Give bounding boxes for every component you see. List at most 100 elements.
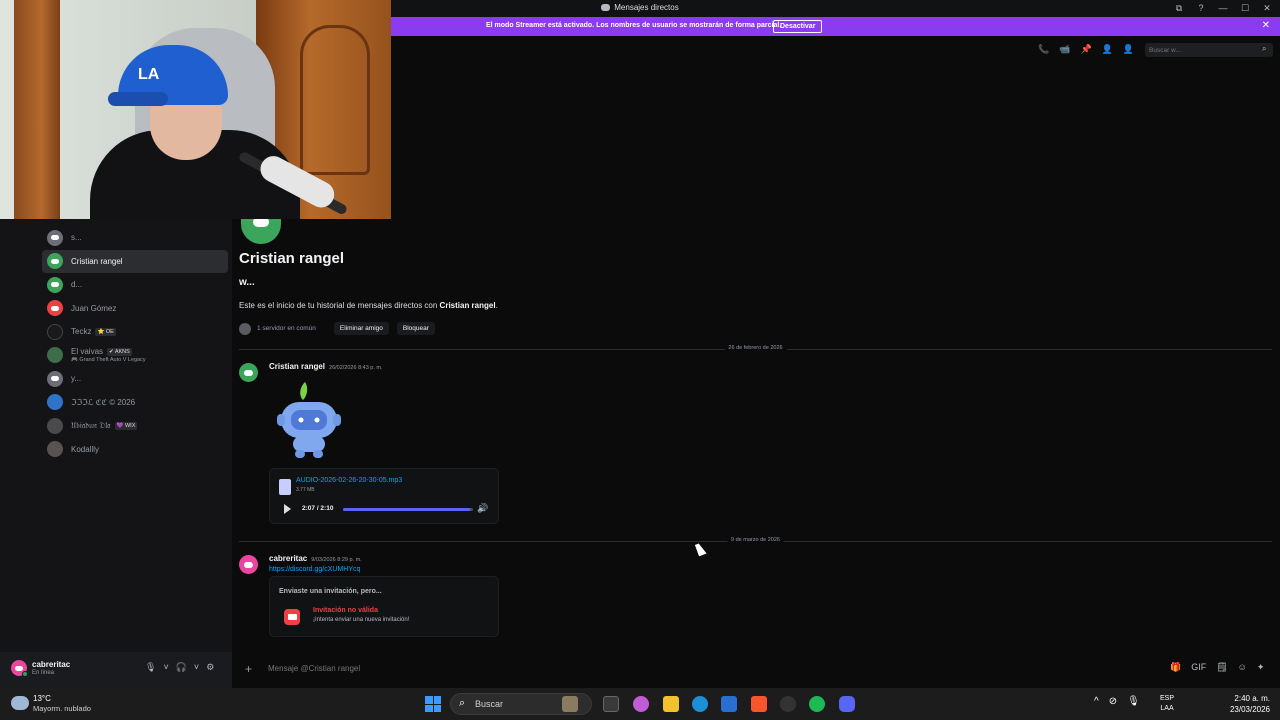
tray-microphone-icon[interactable]: 🎙: [1127, 696, 1140, 707]
popout-icon[interactable]: ⧉: [1174, 3, 1184, 14]
emoji-icon[interactable]: ☺: [1238, 662, 1247, 673]
add-attachment-icon[interactable]: +: [245, 662, 252, 676]
message-timestamp: 9/03/2026 8:29 p. m.: [311, 557, 362, 563]
avatar: [47, 276, 63, 293]
dm-name: s...: [71, 233, 82, 243]
dm-item-active[interactable]: Cristian rangel: [42, 249, 228, 273]
brave-icon[interactable]: [751, 696, 767, 712]
weather-temperature[interactable]: 13°C: [33, 694, 51, 703]
copilot-icon[interactable]: [633, 696, 649, 712]
mutual-servers[interactable]: 1 servidor en común: [257, 325, 316, 332]
dm-name: Juan Gómez: [71, 303, 117, 313]
activity-status: 🎮 Grand Theft Auto V Legacy: [71, 357, 146, 364]
tray-overflow-icon[interactable]: ^: [1094, 696, 1099, 707]
clan-tag: ⭐ OE: [95, 328, 116, 337]
weather-description[interactable]: Mayorm. nublado: [33, 704, 91, 713]
message-header: cabreritac 9/03/2026 8:29 p. m.: [269, 554, 362, 563]
dm-item[interactable]: y...: [42, 367, 228, 391]
deactivate-streamer-button[interactable]: Desactivar: [773, 20, 823, 33]
date-label: 26 de febrero de 2026: [724, 345, 787, 351]
file-size: 3.77 MB: [296, 487, 315, 493]
avatar: [47, 229, 63, 246]
start-button[interactable]: [425, 696, 441, 712]
dm-name: 𝔘𝔟𝔦𝔞𝔡𝔲𝔫 𝔇𝔩𝔞 💜 WIX: [71, 420, 138, 430]
dm-item[interactable]: El vaivas ✔ AKNS 🎮 Grand Theft Auto V Lega…: [42, 344, 228, 368]
user-status: En línea: [32, 670, 55, 676]
cap-logo-icon: LA: [138, 66, 160, 83]
invite-heading: Enviaste una invitación, pero...: [279, 588, 382, 595]
playback-slider[interactable]: [343, 508, 473, 511]
intro-username: Cristian rangel: [239, 250, 345, 267]
dm-item[interactable]: ℑℑℑℒ ℭℭ © 2026: [42, 391, 228, 415]
avatar[interactable]: [239, 363, 258, 382]
dm-item[interactable]: Teckz ⭐ OE: [42, 320, 228, 344]
invite-title: Invitación no válida: [313, 607, 378, 614]
clock[interactable]: 2:40 a. m. 23/03/2026: [1226, 693, 1270, 715]
task-view-icon[interactable]: [603, 696, 619, 712]
user-profile-icon[interactable]: 👤: [1123, 44, 1134, 55]
dm-item[interactable]: d...: [42, 273, 228, 297]
avatar: [47, 253, 63, 270]
intro-description: Este es el inicio de tu historial de men…: [239, 301, 498, 310]
discord-taskbar-icon[interactable]: [839, 696, 855, 712]
spotify-icon[interactable]: [809, 696, 825, 712]
clan-tag: ✔ AKNS: [107, 348, 132, 357]
language-indicator[interactable]: ESP LAA: [1160, 694, 1174, 714]
search-input[interactable]: [1145, 43, 1273, 57]
dm-item[interactable]: Juan Gómez: [42, 297, 228, 321]
chevron-down-icon[interactable]: ˅: [163, 662, 168, 673]
message-input[interactable]: [268, 660, 1128, 676]
app-icon[interactable]: [780, 696, 796, 712]
block-button[interactable]: Bloquear: [396, 322, 435, 335]
window-controls: ⧉ ? — ☐ ✕: [1174, 3, 1272, 14]
minimize-button[interactable]: —: [1218, 3, 1228, 14]
weather-icon[interactable]: [11, 696, 29, 710]
message-author[interactable]: cabreritac: [269, 554, 307, 563]
intro-handle: w...: [239, 277, 255, 288]
store-icon[interactable]: [721, 696, 737, 712]
settings-gear-icon[interactable]: ⚙: [206, 662, 214, 673]
play-icon[interactable]: [284, 504, 291, 514]
avatar[interactable]: [239, 555, 258, 574]
dm-name: Cristian rangel: [71, 256, 123, 266]
close-banner-icon[interactable]: ✕: [1262, 20, 1270, 31]
audio-attachment: AUDIO-2026-02-26-20-30-05.mp3 3.77 MB 2:…: [269, 468, 499, 524]
tray-app-icon[interactable]: ⊘: [1109, 696, 1117, 707]
edge-icon[interactable]: [692, 696, 708, 712]
dm-item[interactable]: s...: [42, 226, 228, 250]
dm-item[interactable]: Kodallly: [42, 438, 228, 462]
sticker-icon[interactable]: 🗒: [1216, 662, 1227, 673]
avatar: [47, 347, 63, 364]
add-friends-icon[interactable]: 👤: [1102, 44, 1113, 55]
file-explorer-icon[interactable]: [663, 696, 679, 712]
chevron-down-icon[interactable]: ˅: [194, 662, 199, 673]
voice-call-icon[interactable]: 📞: [1038, 44, 1049, 55]
file-name-link[interactable]: AUDIO-2026-02-26-20-30-05.mp3: [296, 477, 402, 484]
headphones-icon[interactable]: 🎧: [176, 662, 187, 673]
message-header: Cristian rangel 26/02/2026 8:43 p. m.: [269, 362, 383, 371]
dm-item[interactable]: 𝔘𝔟𝔦𝔞𝔡𝔲𝔫 𝔇𝔩𝔞 💜 WIX: [42, 414, 228, 438]
avatar: [47, 300, 63, 317]
avatar: [47, 323, 63, 340]
avatar: [47, 441, 63, 458]
dm-name: y...: [71, 374, 82, 384]
apps-icon[interactable]: ✦: [1257, 662, 1265, 673]
help-icon[interactable]: ?: [1196, 3, 1206, 14]
maximize-button[interactable]: ☐: [1240, 3, 1250, 14]
close-button[interactable]: ✕: [1262, 3, 1272, 14]
video-call-icon[interactable]: 📹: [1059, 44, 1070, 55]
message-composer: + 🎁 GIF 🗒 ☺ ✦: [232, 652, 1280, 688]
invite-link[interactable]: https://discord.gg/cXUMHYcq: [269, 566, 360, 573]
remove-friend-button[interactable]: Eliminar amigo: [333, 322, 389, 335]
pinned-messages-icon[interactable]: 📌: [1080, 44, 1091, 55]
playback-progress: [343, 508, 470, 511]
microphone-icon[interactable]: 🎙: [145, 662, 156, 673]
invite-card: Enviaste una invitación, pero... Invitac…: [269, 576, 499, 637]
volume-icon[interactable]: 🔊: [477, 503, 488, 514]
invite-subtitle: ¡Intenta enviar una nueva invitación!: [313, 617, 410, 623]
dm-name: d...: [71, 280, 83, 290]
gift-icon[interactable]: 🎁: [1170, 662, 1181, 673]
message-author[interactable]: Cristian rangel: [269, 362, 325, 371]
server-icon: [239, 322, 251, 335]
gif-icon[interactable]: GIF: [1191, 662, 1206, 673]
